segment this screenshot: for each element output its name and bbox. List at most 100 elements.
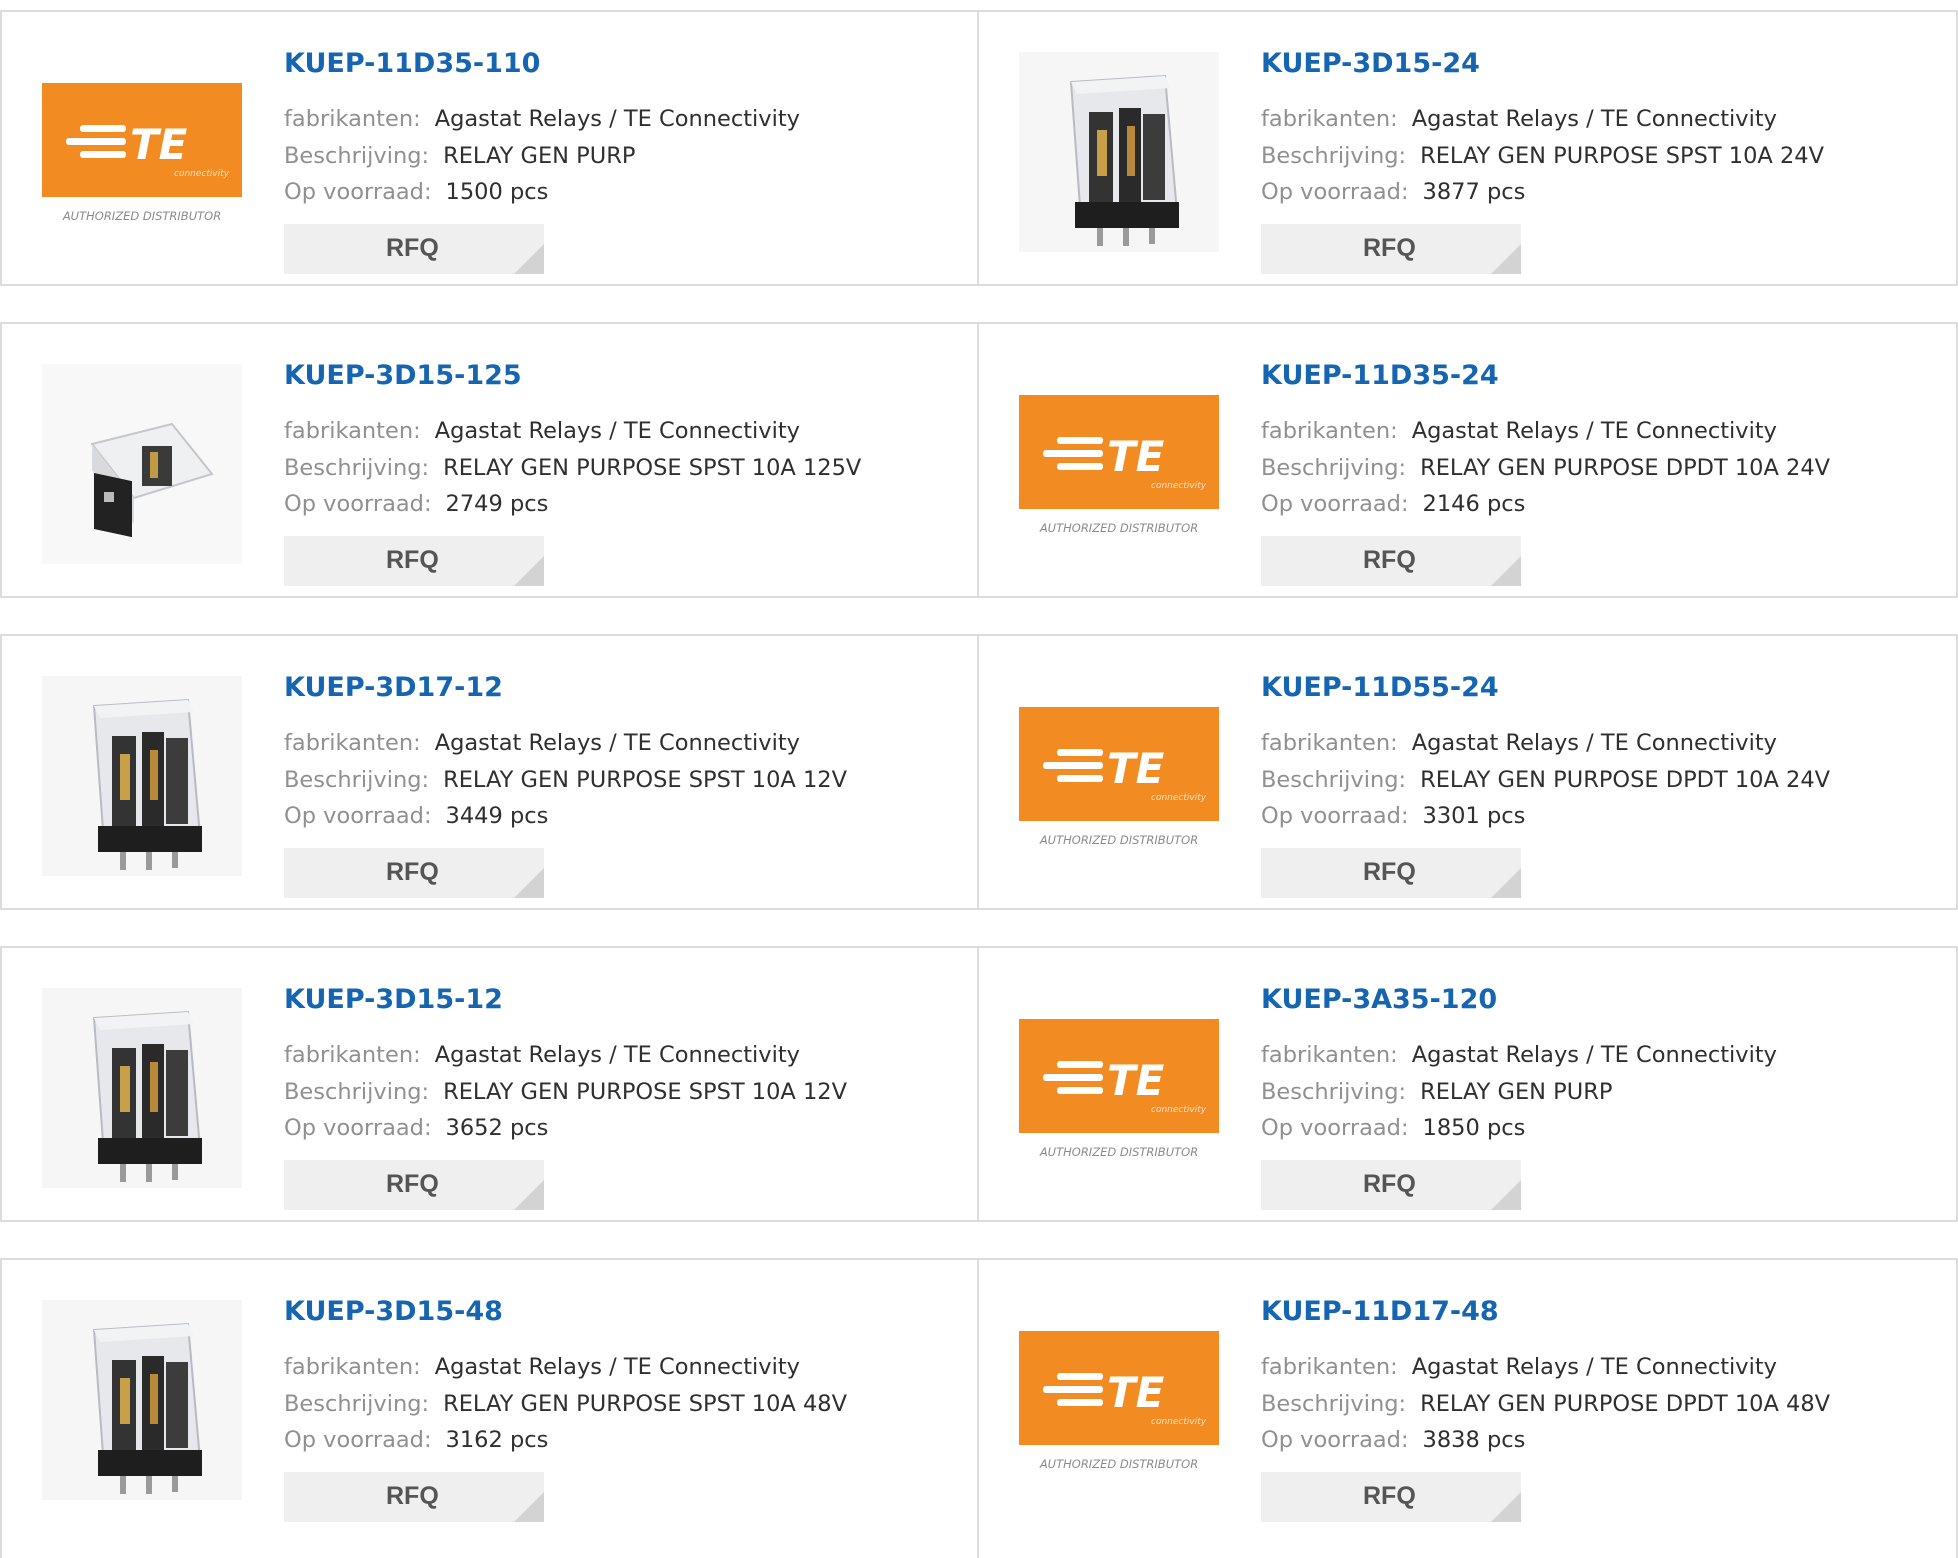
manufacturer-value: Agastat Relays / TE Connectivity	[434, 730, 800, 756]
product-image[interactable]	[42, 676, 242, 876]
product-part-link[interactable]: KUEP-11D55-24	[1261, 672, 1499, 703]
manufacturer-field: fabrikanten: Agastat Relays / TE Connecti…	[284, 1354, 800, 1380]
product-card: KUEP-3D15-24 fabrikanten: Agastat Relays …	[979, 12, 1958, 284]
manufacturer-label: fabrikanten:	[284, 106, 421, 132]
description-field: Beschrijving: RELAY GEN PURPOSE SPST 10A …	[284, 1079, 847, 1105]
rfq-button[interactable]: RFQ	[284, 848, 544, 898]
product-card: TE connectivity AUTHORIZED DISTRIBUTOR K…	[979, 948, 1958, 1220]
product-card: KUEP-3D17-12 fabrikanten: Agastat Relays …	[0, 636, 979, 908]
rfq-label: RFQ	[386, 234, 439, 262]
rfq-button[interactable]: RFQ	[1261, 1472, 1521, 1522]
description-label: Beschrijving:	[1261, 455, 1407, 481]
stock-label: Op voorraad:	[1261, 1115, 1409, 1141]
rfq-button[interactable]: RFQ	[1261, 536, 1521, 586]
rfq-corner-accent	[514, 1180, 544, 1210]
manufacturer-value: Agastat Relays / TE Connectivity	[1411, 418, 1777, 444]
product-image[interactable]	[42, 364, 242, 564]
te-logo-tagline: connectivity	[1151, 1105, 1207, 1115]
product-part-link[interactable]: KUEP-3D15-24	[1261, 48, 1480, 79]
manufacturer-field: fabrikanten: Agastat Relays / TE Connecti…	[284, 730, 800, 756]
stock-value: 2146 pcs	[1422, 491, 1526, 517]
description-value: RELAY GEN PURPOSE SPST 10A 12V	[443, 767, 847, 793]
product-image[interactable]: TE connectivity AUTHORIZED DISTRIBUTOR	[1019, 1300, 1219, 1500]
stock-field: Op voorraad: 3838 pcs	[1261, 1427, 1525, 1453]
product-part-link[interactable]: KUEP-3D15-12	[284, 984, 503, 1015]
rfq-button[interactable]: RFQ	[284, 1472, 544, 1522]
product-card: KUEP-3D15-48 fabrikanten: Agastat Relays …	[0, 1260, 979, 1558]
te-logo-caption: AUTHORIZED DISTRIBUTOR	[1039, 1145, 1198, 1159]
stock-label: Op voorraad:	[284, 1115, 432, 1141]
product-part-link[interactable]: KUEP-3A35-120	[1261, 984, 1497, 1015]
manufacturer-label: fabrikanten:	[1261, 1354, 1398, 1380]
rfq-button[interactable]: RFQ	[1261, 224, 1521, 274]
description-field: Beschrijving: RELAY GEN PURP	[284, 143, 635, 169]
product-image[interactable]: TE connectivity AUTHORIZED DISTRIBUTOR	[1019, 988, 1219, 1188]
stock-label: Op voorraad:	[284, 179, 432, 205]
manufacturer-field: fabrikanten: Agastat Relays / TE Connecti…	[284, 1042, 800, 1068]
description-label: Beschrijving:	[284, 1079, 430, 1105]
te-logo-icon: TE connectivity AUTHORIZED DISTRIBUTOR	[1019, 395, 1219, 535]
description-label: Beschrijving:	[1261, 767, 1407, 793]
te-logo-caption: AUTHORIZED DISTRIBUTOR	[1039, 833, 1198, 847]
rfq-label: RFQ	[386, 1482, 439, 1510]
description-label: Beschrijving:	[1261, 143, 1407, 169]
rfq-button[interactable]: RFQ	[1261, 848, 1521, 898]
te-logo-icon: TE connectivity AUTHORIZED DISTRIBUTOR	[42, 83, 242, 223]
manufacturer-label: fabrikanten:	[1261, 1042, 1398, 1068]
stock-label: Op voorraad:	[284, 491, 432, 517]
manufacturer-field: fabrikanten: Agastat Relays / TE Connecti…	[1261, 1354, 1777, 1380]
te-logo-brand: TE	[1107, 1368, 1165, 1417]
product-card: TE connectivity AUTHORIZED DISTRIBUTOR K…	[979, 324, 1958, 596]
product-part-link[interactable]: KUEP-3D15-48	[284, 1296, 503, 1327]
stock-label: Op voorraad:	[1261, 1427, 1409, 1453]
rfq-corner-accent	[1491, 556, 1521, 586]
rfq-button[interactable]: RFQ	[284, 536, 544, 586]
te-logo-caption: AUTHORIZED DISTRIBUTOR	[62, 209, 221, 223]
te-logo-icon: TE connectivity AUTHORIZED DISTRIBUTOR	[1019, 707, 1219, 847]
te-logo-icon: TE connectivity AUTHORIZED DISTRIBUTOR	[1019, 1331, 1219, 1471]
rfq-button[interactable]: RFQ	[284, 1160, 544, 1210]
product-image[interactable]	[42, 1300, 242, 1500]
description-value: RELAY GEN PURPOSE SPST 10A 24V	[1420, 143, 1824, 169]
rfq-corner-accent	[514, 868, 544, 898]
stock-field: Op voorraad: 2146 pcs	[1261, 491, 1525, 517]
stock-label: Op voorraad:	[1261, 491, 1409, 517]
stock-value: 3877 pcs	[1422, 179, 1526, 205]
product-row: KUEP-3D15-12 fabrikanten: Agastat Relays …	[0, 946, 1958, 1222]
te-logo-tagline: connectivity	[174, 169, 230, 179]
rfq-corner-accent	[1491, 1180, 1521, 1210]
rfq-label: RFQ	[1363, 1170, 1416, 1198]
stock-value: 1850 pcs	[1422, 1115, 1526, 1141]
description-value: RELAY GEN PURP	[443, 143, 636, 169]
product-image[interactable]	[42, 988, 242, 1188]
rfq-button[interactable]: RFQ	[1261, 1160, 1521, 1210]
product-card: KUEP-3D15-12 fabrikanten: Agastat Relays …	[0, 948, 979, 1220]
product-part-link[interactable]: KUEP-3D17-12	[284, 672, 503, 703]
relay-photo-icon	[42, 988, 242, 1188]
rfq-label: RFQ	[386, 546, 439, 574]
manufacturer-value: Agastat Relays / TE Connectivity	[1411, 1354, 1777, 1380]
product-image[interactable]	[1019, 52, 1219, 252]
product-part-link[interactable]: KUEP-11D35-110	[284, 48, 540, 79]
relay-photo-icon	[42, 1300, 242, 1500]
relay-photo-side-icon	[42, 364, 242, 564]
product-image[interactable]: TE connectivity AUTHORIZED DISTRIBUTOR	[1019, 364, 1219, 564]
description-field: Beschrijving: RELAY GEN PURPOSE SPST 10A …	[284, 1391, 847, 1417]
manufacturer-field: fabrikanten: Agastat Relays / TE Connecti…	[1261, 106, 1777, 132]
stock-label: Op voorraad:	[284, 803, 432, 829]
rfq-button[interactable]: RFQ	[284, 224, 544, 274]
manufacturer-value: Agastat Relays / TE Connectivity	[434, 418, 800, 444]
manufacturer-label: fabrikanten:	[1261, 418, 1398, 444]
product-image[interactable]: TE connectivity AUTHORIZED DISTRIBUTOR	[42, 52, 242, 252]
te-logo-tagline: connectivity	[1151, 481, 1207, 491]
product-image[interactable]: TE connectivity AUTHORIZED DISTRIBUTOR	[1019, 676, 1219, 876]
description-value: RELAY GEN PURPOSE SPST 10A 12V	[443, 1079, 847, 1105]
product-part-link[interactable]: KUEP-11D35-24	[1261, 360, 1499, 391]
product-part-link[interactable]: KUEP-3D15-125	[284, 360, 522, 391]
manufacturer-label: fabrikanten:	[284, 730, 421, 756]
stock-field: Op voorraad: 3877 pcs	[1261, 179, 1525, 205]
product-part-link[interactable]: KUEP-11D17-48	[1261, 1296, 1499, 1327]
te-logo-icon: TE connectivity AUTHORIZED DISTRIBUTOR	[1019, 1019, 1219, 1159]
te-logo-tagline: connectivity	[1151, 1417, 1207, 1427]
rfq-corner-accent	[514, 1492, 544, 1522]
